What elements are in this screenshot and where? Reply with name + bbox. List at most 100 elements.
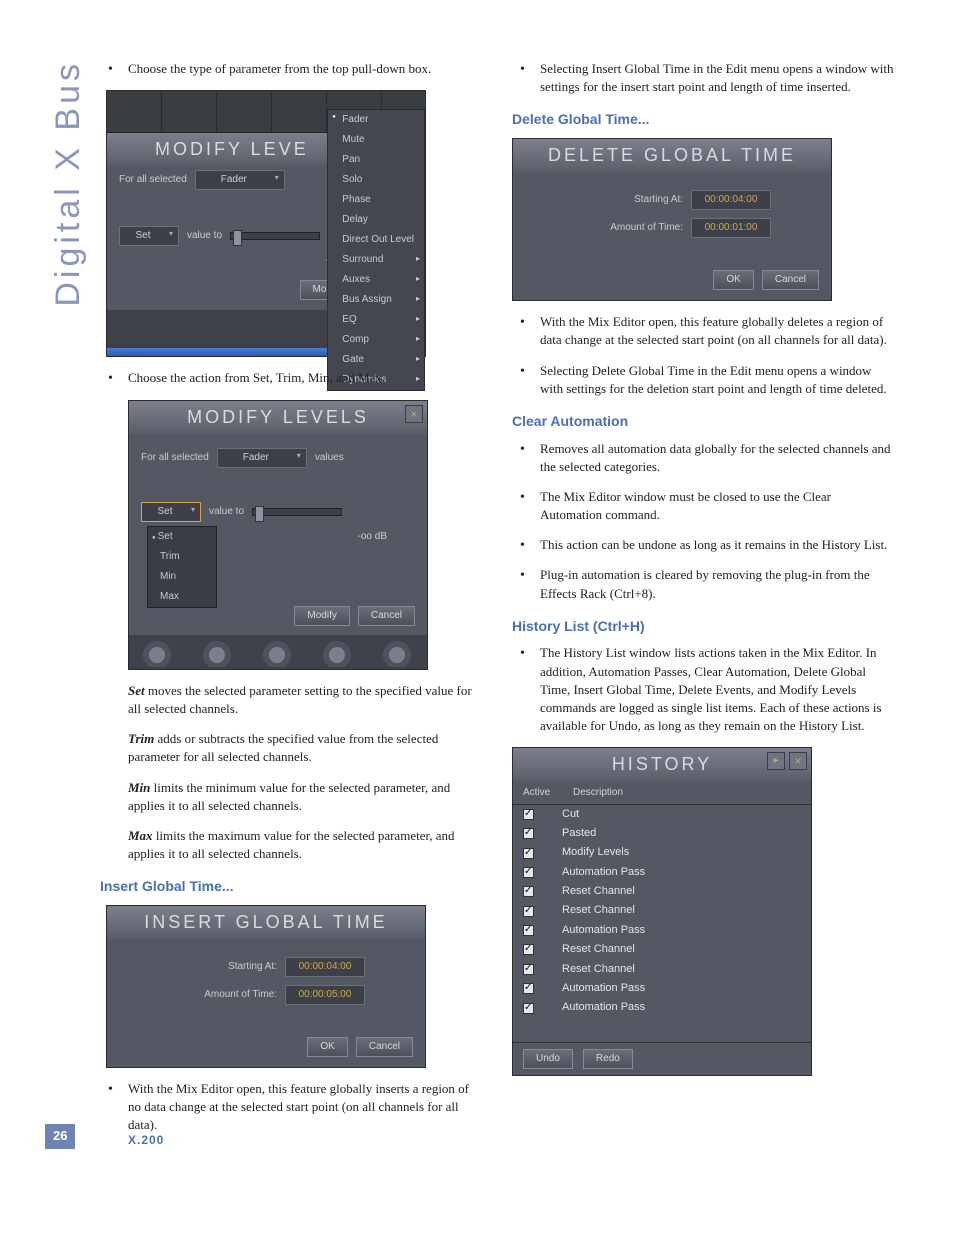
column-header: Description — [573, 786, 623, 800]
menu-item[interactable]: Max — [148, 587, 216, 607]
history-description: Cut — [562, 807, 579, 822]
history-description: Reset Channel — [562, 942, 635, 957]
body-text: This action can be undone as long as it … — [512, 536, 894, 554]
amount-of-time-field[interactable]: 00:00:01:00 — [691, 218, 771, 238]
menu-item[interactable]: Surround — [328, 250, 424, 270]
checkbox[interactable] — [523, 983, 534, 994]
body-text: Max limits the maximum value for the sel… — [100, 827, 482, 863]
table-row[interactable]: Automation Pass — [513, 998, 811, 1017]
body-text: Set Set moves the selected parameter set… — [100, 682, 482, 718]
checkbox[interactable] — [523, 1003, 534, 1014]
menu-item[interactable]: Min — [148, 567, 216, 587]
body-text: Choose the type of parameter from the to… — [100, 60, 482, 78]
table-header: Active Description — [513, 782, 811, 805]
menu-item[interactable]: Solo — [328, 170, 424, 190]
label: values — [315, 451, 344, 465]
action-menu: SetTrimMinMax — [147, 526, 217, 608]
menu-item[interactable]: Set — [148, 527, 216, 547]
table-row[interactable]: Pasted — [513, 824, 811, 843]
body-text: Selecting Delete Global Time in the Edit… — [512, 362, 894, 398]
menu-item[interactable]: Delay — [328, 210, 424, 230]
body-text: Selecting Insert Global Time in the Edit… — [512, 60, 894, 96]
menu-item[interactable]: Comp — [328, 330, 424, 350]
body-text: The Mix Editor window must be closed to … — [512, 488, 894, 524]
table-row[interactable]: Automation Pass — [513, 921, 811, 940]
menu-item[interactable]: Gate — [328, 350, 424, 370]
footer-product: X.200 — [100, 1132, 164, 1149]
label: value to — [209, 505, 244, 519]
table-row[interactable]: Cut — [513, 805, 811, 824]
menu-item[interactable]: EQ — [328, 310, 424, 330]
action-dropdown[interactable]: Set — [119, 226, 179, 246]
column-header: Active — [523, 786, 573, 800]
menu-item[interactable]: Pan — [328, 150, 424, 170]
body-text: With the Mix Editor open, this feature g… — [100, 1080, 482, 1135]
checkbox[interactable] — [523, 886, 534, 897]
menu-item[interactable]: Direct Out Level — [328, 230, 424, 250]
ok-button[interactable]: OK — [713, 270, 753, 290]
insert-global-time-panel: INSERT GLOBAL TIME Starting At: 00:00:04… — [106, 905, 426, 1068]
table-row[interactable]: Reset Channel — [513, 940, 811, 959]
parameter-menu: FaderMutePanSoloPhaseDelayDirect Out Lev… — [327, 109, 425, 391]
menu-item[interactable]: Trim — [148, 547, 216, 567]
body-text: Plug-in automation is cleared by removin… — [512, 566, 894, 602]
body-text: Trim adds or subtracts the specified val… — [100, 730, 482, 766]
dialog-title: INSERT GLOBAL TIME — [107, 906, 425, 939]
checkbox[interactable] — [523, 925, 534, 936]
label: For all selected — [119, 173, 187, 187]
starting-at-field[interactable]: 00:00:04:00 — [691, 190, 771, 210]
history-description: Modify Levels — [562, 845, 629, 860]
starting-at-field[interactable]: 00:00:04:00 — [285, 957, 365, 977]
value-slider[interactable] — [230, 232, 320, 240]
history-description: Automation Pass — [562, 923, 645, 938]
history-description: Reset Channel — [562, 962, 635, 977]
expand-icon[interactable]: ▸ — [767, 752, 785, 770]
checkbox[interactable] — [523, 944, 534, 955]
redo-button[interactable]: Redo — [583, 1049, 633, 1069]
body-text: Min limits the minimum value for the sel… — [100, 779, 482, 815]
parameter-dropdown[interactable]: Fader — [195, 170, 285, 190]
parameter-dropdown[interactable]: Fader — [217, 448, 307, 468]
checkbox[interactable] — [523, 809, 534, 820]
table-row[interactable]: Automation Pass — [513, 979, 811, 998]
history-description: Reset Channel — [562, 903, 635, 918]
undo-button[interactable]: Undo — [523, 1049, 573, 1069]
checkbox[interactable] — [523, 964, 534, 975]
modify-button[interactable]: Modify — [294, 606, 349, 626]
menu-item[interactable]: Bus Assign — [328, 290, 424, 310]
close-icon[interactable]: × — [789, 752, 807, 770]
checkbox[interactable] — [523, 906, 534, 917]
body-text: Removes all automation data globally for… — [512, 440, 894, 476]
cancel-button[interactable]: Cancel — [358, 606, 415, 626]
modify-levels-panel-1: MODIFY LEVE For all selected Fader Set v… — [106, 90, 426, 357]
label: Amount of Time: — [167, 988, 277, 1002]
ok-button[interactable]: OK — [307, 1037, 347, 1057]
menu-item[interactable]: Mute — [328, 130, 424, 150]
channel-knobs — [129, 635, 427, 669]
cancel-button[interactable]: Cancel — [762, 270, 819, 290]
checkbox[interactable] — [523, 848, 534, 859]
menu-item[interactable]: Auxes — [328, 270, 424, 290]
menu-item[interactable]: Phase — [328, 190, 424, 210]
label: Starting At: — [573, 193, 683, 207]
dialog-title: MODIFY LEVELS — [129, 401, 427, 434]
body-text: Choose the action from Set, Trim, Min, a… — [100, 369, 482, 387]
checkbox[interactable] — [523, 867, 534, 878]
value-slider[interactable] — [252, 508, 342, 516]
table-row[interactable]: Modify Levels — [513, 843, 811, 862]
close-icon[interactable]: × — [405, 405, 423, 423]
value-readout: -oo dB — [358, 530, 387, 544]
cancel-button[interactable]: Cancel — [356, 1037, 413, 1057]
action-dropdown[interactable]: Set — [141, 502, 201, 522]
table-row[interactable]: Reset Channel — [513, 960, 811, 979]
checkbox[interactable] — [523, 828, 534, 839]
table-row[interactable]: Automation Pass — [513, 863, 811, 882]
menu-item[interactable]: Fader — [328, 110, 424, 130]
table-row[interactable]: Reset Channel — [513, 882, 811, 901]
history-description: Automation Pass — [562, 1000, 645, 1015]
table-row[interactable]: Reset Channel — [513, 901, 811, 920]
history-description: Automation Pass — [562, 865, 645, 880]
amount-of-time-field[interactable]: 00:00:05:00 — [285, 985, 365, 1005]
body-text: With the Mix Editor open, this feature g… — [512, 313, 894, 349]
section-heading: History List (Ctrl+H) — [512, 617, 894, 637]
